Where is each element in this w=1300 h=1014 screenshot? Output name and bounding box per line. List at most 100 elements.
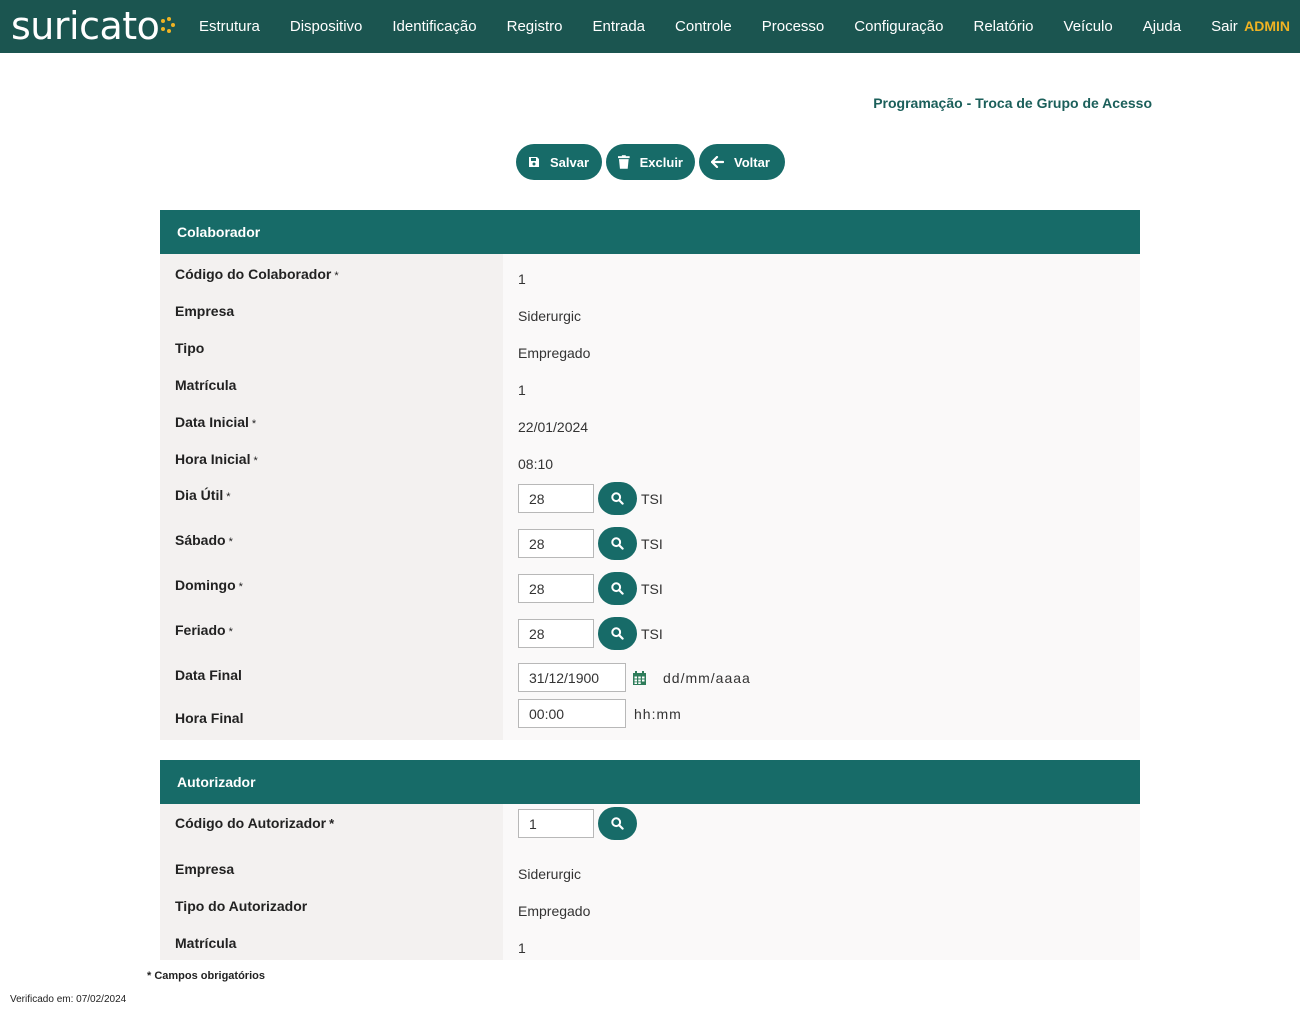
codigo-autorizador-label: Código do Autorizador * [160,809,503,849]
sabado-input[interactable] [518,529,594,558]
delete-button-label: Excluir [639,154,683,170]
search-icon [611,627,624,640]
codigo-autorizador-search-button[interactable] [598,807,637,840]
menu-estrutura[interactable]: Estrutura [184,18,275,35]
row-codigo-colaborador: Código do Colaborador * 1 [160,254,1140,291]
required-mark: * [329,816,335,831]
domingo-search-button[interactable] [598,572,637,605]
suricato-logo[interactable]: suricato [11,4,176,48]
hora-inicial-label: Hora Inicial * [160,451,503,476]
domingo-label: Domingo * [160,566,503,611]
hora-inicial-label-text: Hora Inicial [175,451,251,467]
data-final-format-hint: dd/mm/aaaa [663,669,751,686]
menu-registro[interactable]: Registro [492,18,578,35]
codigo-colaborador-value: 1 [518,270,526,287]
domingo-suffix: TSI [641,580,663,597]
menu-ajuda[interactable]: Ajuda [1128,18,1196,35]
autorizador-empresa-value: Siderurgic [518,865,582,882]
colaborador-panel: Colaborador Código do Colaborador * 1 Emp… [160,210,1140,740]
autorizador-header: Autorizador [160,760,1140,804]
floppy-disk-icon [529,157,539,167]
menu-dispositivo[interactable]: Dispositivo [275,18,378,35]
codigo-colaborador-label: Código do Colaborador * [160,266,503,291]
codigo-autorizador-controls [503,807,637,849]
domingo-input[interactable] [518,574,594,603]
back-button[interactable]: Voltar [699,144,785,180]
codigo-autorizador-label-text: Código do Autorizador [175,815,327,831]
feriado-search-button[interactable] [598,617,637,650]
row-autorizador-empresa: Empresa Siderurgic [160,849,1140,886]
menu-entrada[interactable]: Entrada [577,18,660,35]
required-mark: * [251,418,257,430]
dia-util-input[interactable] [518,484,594,513]
row-autorizador-matricula: Matrícula 1 [160,923,1140,960]
hora-inicial-value: 08:10 [518,455,554,472]
row-autorizador-tipo: Tipo do Autorizador Empregado [160,886,1140,923]
required-fields-note: * Campos obrigatórios [147,970,265,982]
logo-dots-icon [161,17,176,41]
feriado-controls: TSI [503,611,663,656]
dia-util-label: Dia Útil * [160,476,503,521]
row-sabado: Sábado* TSI [160,521,1140,566]
user-name[interactable]: ADMIN [1244,18,1290,34]
arrow-left-icon [711,156,724,168]
domingo-controls: TSI [503,566,663,611]
required-mark: * [228,626,233,638]
colaborador-body: Código do Colaborador * 1 Empresa Siderur… [160,254,1140,740]
delete-button[interactable]: Excluir [606,144,695,180]
autorizador-matricula-value: 1 [518,939,526,956]
dia-util-search-button[interactable] [598,482,637,515]
search-icon [611,537,624,550]
sabado-search-button[interactable] [598,527,637,560]
menu-processo[interactable]: Processo [747,18,840,35]
feriado-label-text: Feriado [175,622,226,638]
required-mark: * [253,455,258,467]
feriado-input[interactable] [518,619,594,648]
tipo-value: Empregado [518,344,591,361]
back-button-label: Voltar [734,154,770,170]
matricula-label: Matrícula [175,377,237,393]
hora-final-input[interactable] [518,699,626,728]
hora-final-label: Hora Final [175,710,244,726]
hora-final-format-hint: hh:mm [634,706,682,722]
data-inicial-label-text: Data Inicial [175,414,249,430]
search-icon [611,492,624,505]
top-navbar: suricato Estrutura Dispositivo Identific… [0,0,1300,53]
page-title: Programação - Troca de Grupo de Acesso [873,95,1152,111]
data-inicial-value: 22/01/2024 [518,418,589,435]
row-data-final: Data Final dd/mm/aaaa [160,656,1140,699]
empresa-label: Empresa [175,303,235,319]
codigo-autorizador-input[interactable] [518,809,594,838]
save-button-label: Salvar [550,154,590,170]
row-domingo: Domingo* TSI [160,566,1140,611]
tipo-label: Tipo [175,340,205,356]
row-hora-final: Hora Final hh:mm [160,699,1140,742]
data-final-controls: dd/mm/aaaa [503,656,751,699]
sabado-label-text: Sábado [175,532,226,548]
verified-date: Verificado em: 07/02/2024 [10,994,127,1005]
row-data-inicial: Data Inicial * 22/01/2024 [160,402,1140,439]
sabado-label: Sábado * [160,521,503,566]
row-tipo: Tipo Empregado [160,328,1140,365]
menu-veiculo[interactable]: Veículo [1049,18,1128,35]
menu-identificacao[interactable]: Identificação [377,18,491,35]
row-dia-util: Dia Útil* TSI [160,476,1140,521]
menu-relatorio[interactable]: Relatório [959,18,1049,35]
logo-text: suricato [11,4,160,48]
required-mark: * [226,491,231,503]
autorizador-matricula-label: Matrícula [175,935,237,951]
row-feriado: Feriado* TSI [160,611,1140,656]
hora-final-controls: hh:mm [503,699,682,742]
save-button[interactable]: Salvar [516,144,602,180]
sabado-suffix: TSI [641,535,663,552]
data-final-input[interactable] [518,663,626,692]
calendar-icon[interactable] [633,670,646,685]
autorizador-tipo-value: Empregado [518,902,591,919]
domingo-label-text: Domingo [175,577,236,593]
trash-icon [618,155,630,169]
menu-controle[interactable]: Controle [660,18,747,35]
sabado-controls: TSI [503,521,663,566]
data-final-label: Data Final [175,667,242,683]
menu-configuracao[interactable]: Configuração [839,18,958,35]
autorizador-body: Código do Autorizador* Empresa Siderurgi… [160,804,1140,960]
